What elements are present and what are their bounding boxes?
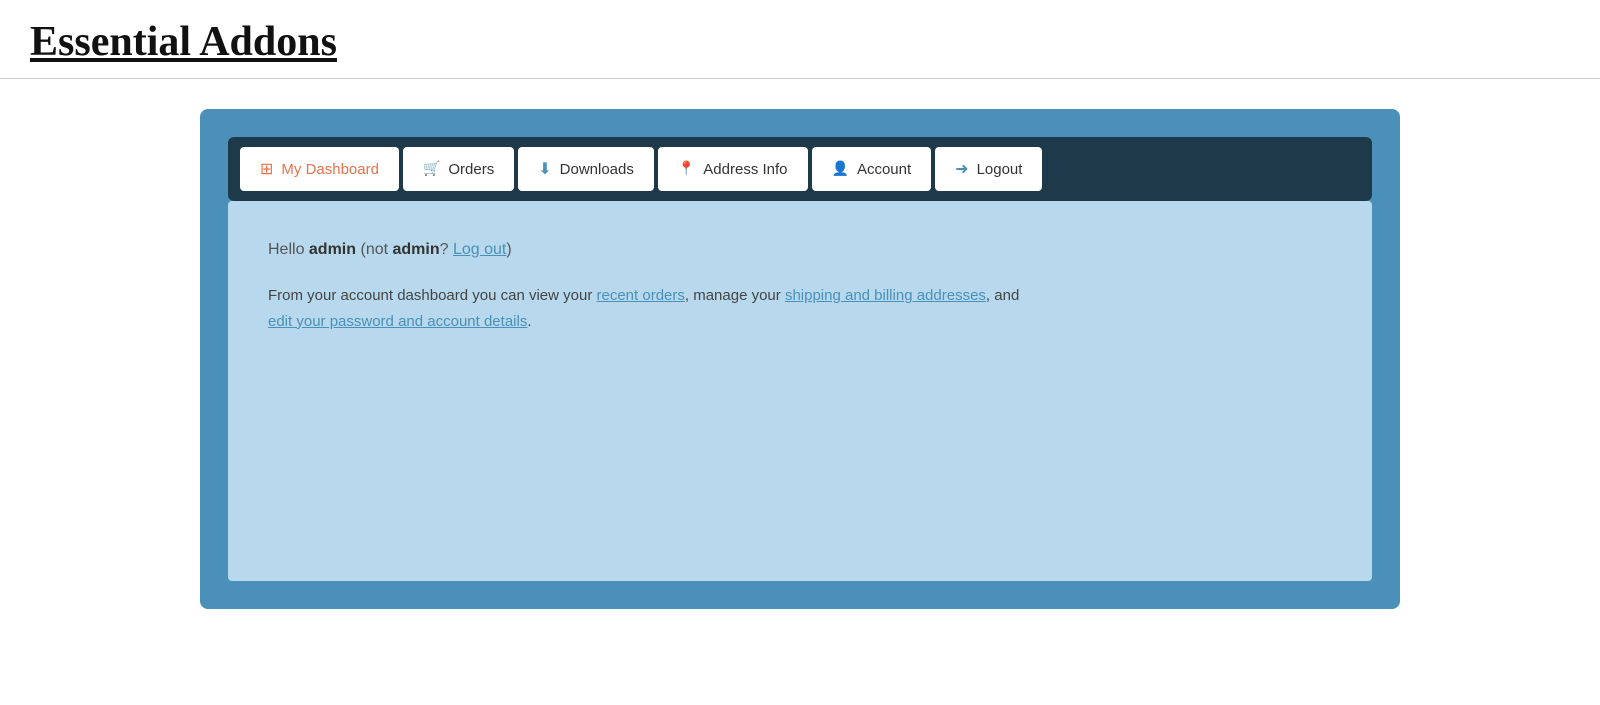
shipping-billing-link[interactable]: shipping and billing addresses: [785, 287, 986, 304]
tab-downloads-label: Downloads: [560, 161, 634, 178]
desc-prefix: From your account dashboard you can view…: [268, 287, 597, 304]
logout-icon: [955, 159, 968, 179]
account-icon: [832, 160, 849, 178]
address-icon: [678, 160, 695, 178]
downloads-icon: [538, 159, 551, 179]
dashboard-icon: [260, 159, 273, 179]
logout-link[interactable]: Log out: [453, 241, 506, 258]
desc-mid: , manage your: [685, 287, 785, 304]
tab-dashboard-label: My Dashboard: [281, 161, 379, 178]
edit-password-link[interactable]: edit your password and account details: [268, 313, 527, 330]
tab-downloads[interactable]: Downloads: [518, 147, 654, 191]
tab-logout-label: Logout: [977, 161, 1023, 178]
page-header: Essential Addons: [0, 0, 1600, 79]
hello-username: admin: [309, 241, 356, 258]
desc-mid2: , and: [986, 287, 1019, 304]
tab-account-label: Account: [857, 161, 911, 178]
tab-account[interactable]: Account: [812, 147, 932, 191]
desc-end: .: [527, 313, 531, 330]
hello-text: Hello admin (not admin? Log out): [268, 241, 1332, 259]
tab-dashboard[interactable]: My Dashboard: [240, 147, 399, 191]
hello-not-username: admin: [393, 241, 440, 258]
content-area: Hello admin (not admin? Log out) From yo…: [228, 201, 1372, 581]
widget-container: My Dashboard Orders Downloads Address In…: [200, 109, 1400, 609]
tab-address[interactable]: Address Info: [658, 147, 808, 191]
tab-address-label: Address Info: [703, 161, 787, 178]
tab-logout[interactable]: Logout: [935, 147, 1042, 191]
nav-bar: My Dashboard Orders Downloads Address In…: [228, 137, 1372, 201]
orders-icon: [423, 160, 440, 178]
tab-orders[interactable]: Orders: [403, 147, 514, 191]
description-text: From your account dashboard you can view…: [268, 283, 1332, 334]
page-title: Essential Addons: [30, 18, 1570, 66]
tab-orders-label: Orders: [448, 161, 494, 178]
hello-not-text: (not: [360, 241, 392, 258]
main-content: My Dashboard Orders Downloads Address In…: [0, 79, 1600, 639]
recent-orders-link[interactable]: recent orders: [597, 287, 685, 304]
